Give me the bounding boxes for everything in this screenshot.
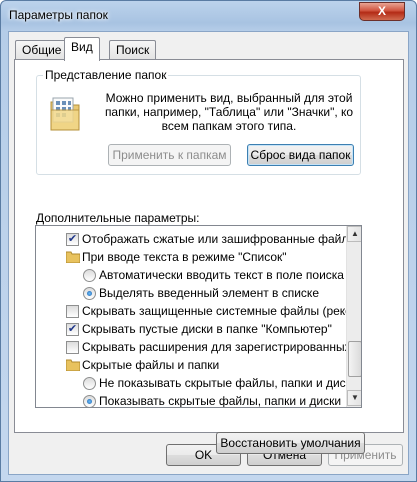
reset-folders-button[interactable]: Сброс вида папок: [247, 144, 354, 166]
window-title: Параметры папок: [9, 8, 108, 22]
checkbox[interactable]: ✔: [66, 233, 79, 246]
folder-options-window: Параметры папок X Общие Вид Поиск Предст…: [0, 0, 417, 482]
radio-button[interactable]: [83, 395, 96, 407]
restore-defaults-button[interactable]: Восстановить умолчания: [216, 432, 365, 454]
checkbox[interactable]: ✔: [66, 323, 79, 336]
folder-icon: [66, 251, 80, 263]
folder-view-icon: [50, 97, 80, 131]
folder-view-group-title: Представление папок: [43, 68, 169, 82]
advanced-settings-list[interactable]: ✔ Отображать сжатые или зашифрованные фа…: [35, 225, 362, 408]
scroll-thumb[interactable]: [348, 341, 361, 377]
radio-button[interactable]: [83, 377, 96, 390]
tab-view[interactable]: Вид: [64, 37, 100, 61]
scroll-down-icon[interactable]: ▼: [347, 390, 361, 406]
apply-to-folders-button[interactable]: Применить к папкам: [108, 144, 231, 166]
radio-button[interactable]: [83, 287, 96, 300]
radio-button[interactable]: [83, 269, 96, 282]
dialog-client: Общие Вид Поиск Представление папок Можн…: [8, 31, 409, 475]
tab-general[interactable]: Общие: [15, 40, 69, 60]
tab-panel-view: Представление папок Можно применить вид,…: [14, 59, 404, 454]
folder-view-group: Представление папок Можно применить вид,…: [36, 68, 361, 175]
checkbox[interactable]: [66, 305, 79, 318]
close-button[interactable]: X: [359, 2, 405, 21]
checkbox[interactable]: [66, 341, 79, 354]
advanced-settings-label: Дополнительные параметры:: [36, 211, 200, 225]
folder-view-description: Можно применить вид, выбранный для этой …: [104, 91, 354, 133]
tab-search[interactable]: Поиск: [109, 40, 157, 60]
scroll-up-icon[interactable]: ▲: [347, 226, 361, 242]
title-bar[interactable]: Параметры папок X: [1, 1, 416, 31]
folder-icon: [66, 359, 80, 371]
list-scrollbar[interactable]: ▲ ▼: [346, 226, 361, 407]
